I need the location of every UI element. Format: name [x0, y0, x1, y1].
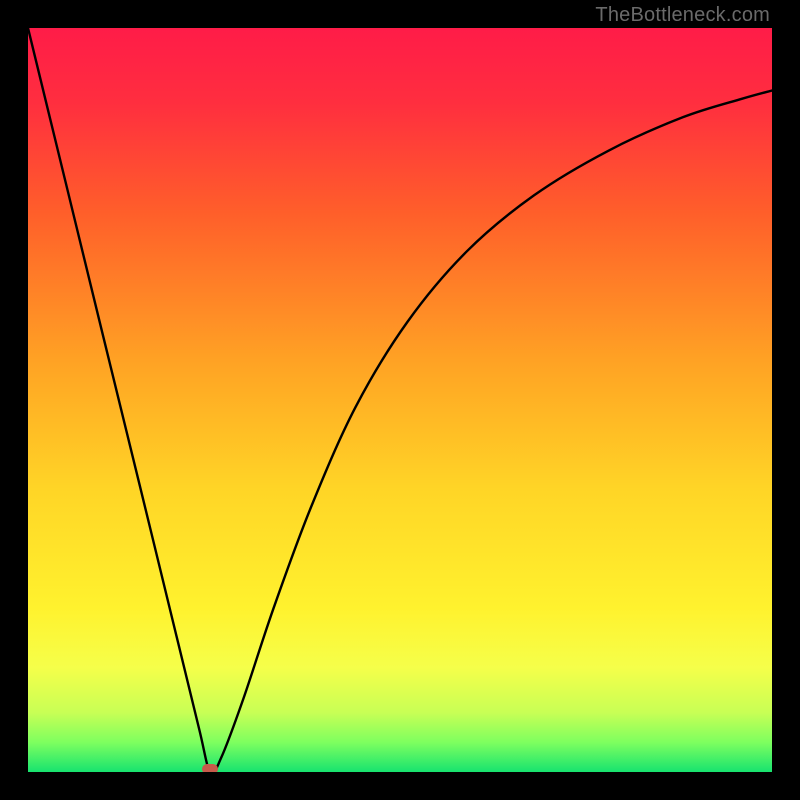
plot-area — [28, 28, 772, 772]
watermark-text: TheBottleneck.com — [595, 4, 770, 27]
bottleneck-curve — [28, 28, 772, 772]
optimal-point-marker — [202, 764, 218, 772]
chart-frame: TheBottleneck.com — [0, 0, 800, 800]
